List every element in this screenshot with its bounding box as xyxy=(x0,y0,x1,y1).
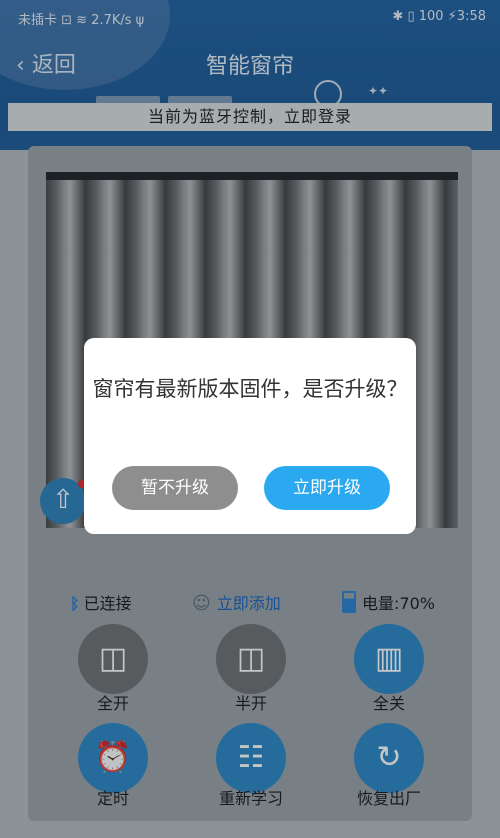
upgrade-dialog: 窗帘有最新版本固件，是否升级？ 暂不升级 立即升级 xyxy=(84,338,416,534)
cancel-upgrade-button[interactable]: 暂不升级 xyxy=(112,466,238,510)
dialog-message: 窗帘有最新版本固件，是否升级？ xyxy=(92,377,408,401)
confirm-upgrade-button[interactable]: 立即升级 xyxy=(264,466,390,510)
